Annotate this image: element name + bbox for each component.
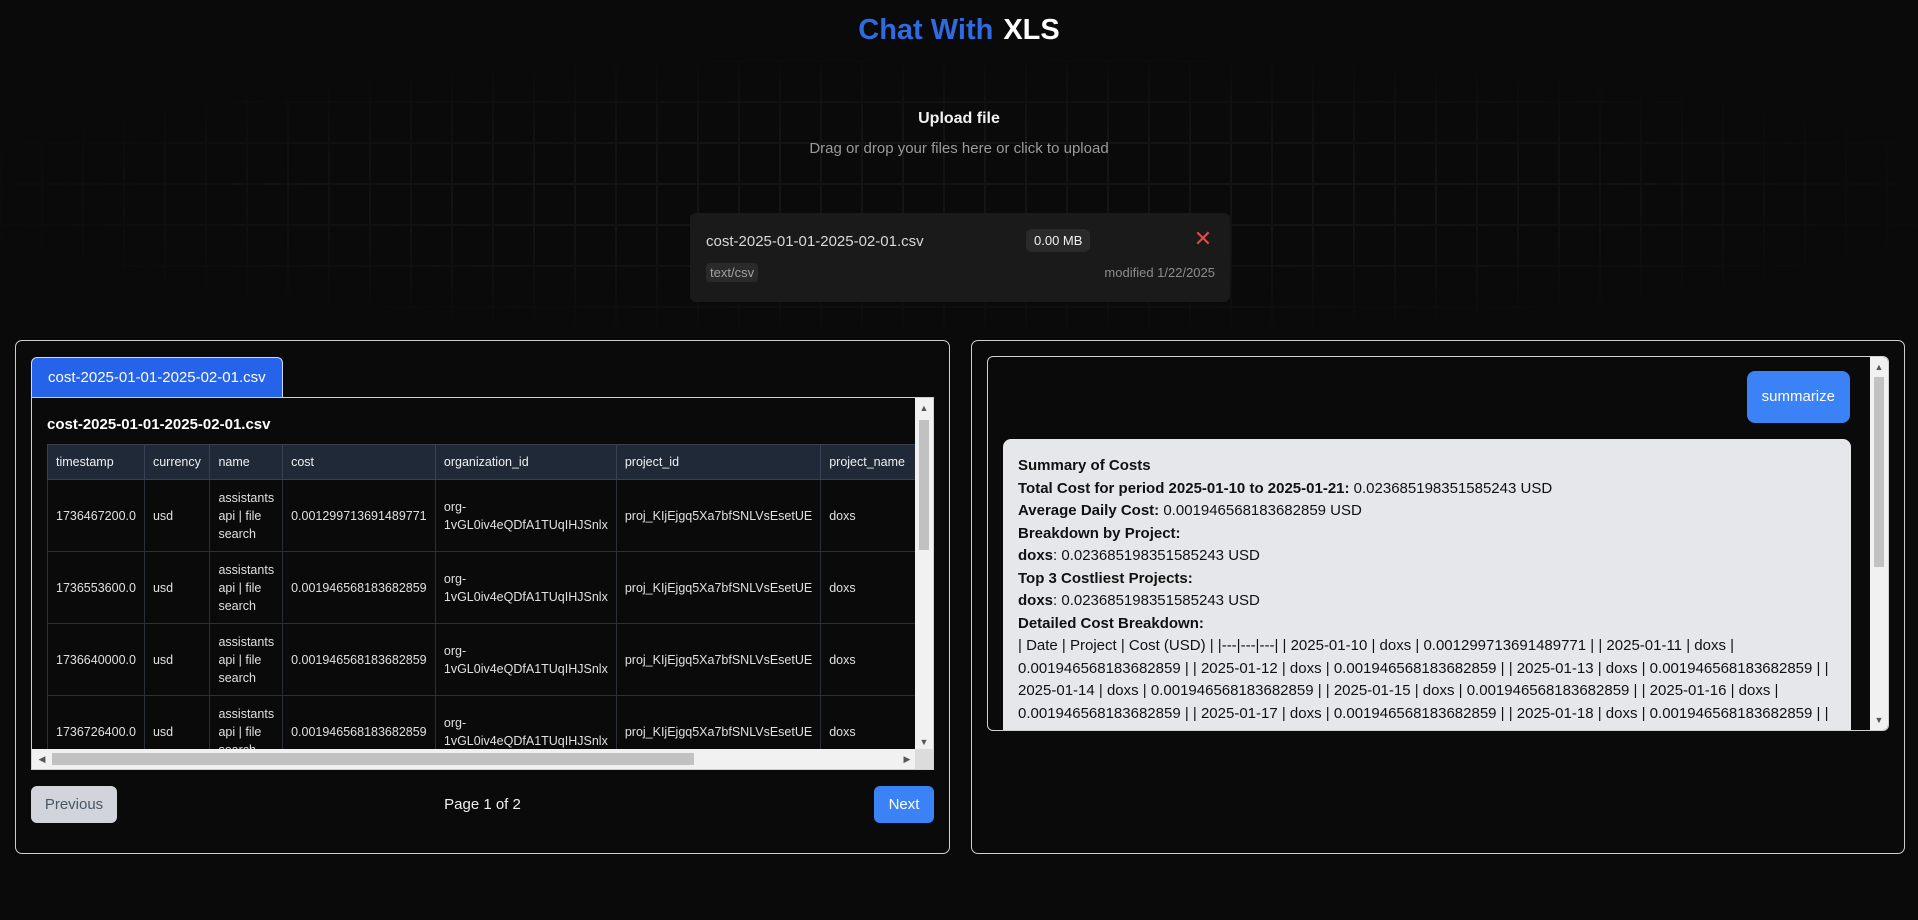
table-cell: proj_KIjEjgq5Xa7bfSNLVsEsetUE [615,479,822,552]
scroll-right-icon[interactable]: ▶ [899,749,915,769]
chat-vertical-scrollbar[interactable]: ▲ ▼ [1870,357,1888,730]
tab-file[interactable]: cost-2025-01-01-2025-02-01.csv [31,357,283,397]
top-project-value: : 0.023685198351585243 USD [1053,592,1260,609]
close-icon[interactable]: ✕ [1192,228,1214,251]
assistant-message: Summary of Costs Total Cost for period 2… [1003,439,1851,730]
user-message: summarize [1746,371,1850,423]
chat-messages: summarize Summary of Costs Total Cost fo… [987,356,1889,731]
file-type-badge: text/csv [706,263,759,282]
table-panel: cost-2025-01-01-2025-02-01.csv cost-2025… [15,340,950,854]
scroll-left-icon[interactable]: ◀ [34,749,50,769]
table-container: cost-2025-01-01-2025-02-01.csv timestamp… [31,397,934,770]
table-horizontal-scrollbar[interactable]: ◀ ▶ [32,749,917,769]
page-title: Chat With XLS [0,14,1918,47]
scroll-up-icon[interactable]: ▲ [1870,359,1888,375]
column-header: currency [143,444,211,480]
file-modified: modified 1/22/2025 [1104,265,1215,280]
summary-heading: Summary of Costs [1018,457,1151,474]
table-cell: 1736553600.0 [47,551,145,624]
scroll-thumb[interactable] [52,753,694,765]
table-cell: 0.001299713691489771 [282,479,436,552]
table-cell: doxs [820,551,927,624]
table-cell: usd [143,479,211,552]
scroll-up-icon[interactable]: ▲ [915,400,933,416]
table-cell: 0.001946568183682859 [282,551,436,624]
page-indicator: Page 1 of 2 [444,796,521,813]
table-cell: org-1vGL0iv4eQDfA1TUqIHJSnlx [434,551,617,624]
table-cell: doxs [820,623,927,696]
scroll-down-icon[interactable]: ▼ [915,734,933,750]
column-header: timestamp [47,444,145,480]
breakdown-value: : 0.023685198351585243 USD [1053,547,1260,564]
table-caption: cost-2025-01-01-2025-02-01.csv [47,416,271,433]
breakdown-project: doxs [1018,547,1054,564]
table-cell: assistants api | file search [209,479,284,552]
table-cell: doxs [820,479,927,552]
file-size-badge: 0.00 MB [1026,229,1091,252]
table-cell: 1736467200.0 [47,479,145,552]
table-cell: usd [143,551,211,624]
chat-panel: summarize Summary of Costs Total Cost fo… [971,340,1905,854]
table-row: 1736640000.0 usd assistants api | file s… [47,623,927,696]
total-value: 0.023685198351585243 USD [1349,479,1553,497]
file-name: cost-2025-01-01-2025-02-01.csv [706,233,924,250]
uploaded-file-card: cost-2025-01-01-2025-02-01.csv 0.00 MB ✕… [690,213,1230,302]
top-project: doxs [1018,592,1054,609]
table-cell: proj_KIjEjgq5Xa7bfSNLVsEsetUE [615,623,822,696]
column-header: name [209,444,284,480]
title-accent: Chat With [858,14,994,46]
average-label: Average Daily Cost: [1018,502,1160,519]
scroll-corner [915,749,933,769]
table-cell: usd [143,623,211,696]
scroll-thumb[interactable] [1874,377,1884,567]
table-cell: assistants api | file search [209,623,284,696]
column-header: cost [282,444,436,480]
average-value: 0.001946568183682859 USD [1159,502,1362,519]
detail-label: Detailed Cost Breakdown: [1018,614,1204,632]
table-cell: 1736640000.0 [47,623,145,696]
table-cell: assistants api | file search [209,551,284,624]
next-button[interactable]: Next [874,786,934,823]
top-projects-label: Top 3 Costliest Projects: [1018,569,1193,587]
breakdown-label: Breakdown by Project: [1018,524,1181,542]
column-header: organization_id [434,444,617,480]
detail-text: | Date | Project | Cost (USD) | |---|---… [1018,637,1829,722]
upload-title[interactable]: Upload file [0,110,1918,128]
upload-dropzone-text[interactable]: Drag or drop your files here or click to… [0,140,1918,157]
table-vertical-scrollbar[interactable]: ▲ ▼ [915,398,933,752]
table-row: 1736467200.0 usd assistants api | file s… [47,479,927,552]
table-cell: 0.001946568183682859 [282,623,436,696]
total-label: Total Cost for period 2025-01-10 to 2025… [1018,479,1350,497]
table-cell: org-1vGL0iv4eQDfA1TUqIHJSnlx [434,623,617,696]
data-table: timestamp currency name cost organizatio… [47,444,927,768]
column-header: project_name [820,444,927,480]
column-header: project_id [615,444,822,480]
table-row: 1736553600.0 usd assistants api | file s… [47,551,927,624]
table-cell: proj_KIjEjgq5Xa7bfSNLVsEsetUE [615,551,822,624]
scroll-down-icon[interactable]: ▼ [1870,712,1888,728]
table-cell: org-1vGL0iv4eQDfA1TUqIHJSnlx [434,479,617,552]
table-header-row: timestamp currency name cost organizatio… [47,444,927,480]
scroll-thumb[interactable] [919,420,929,550]
title-rest: XLS [1003,14,1060,46]
